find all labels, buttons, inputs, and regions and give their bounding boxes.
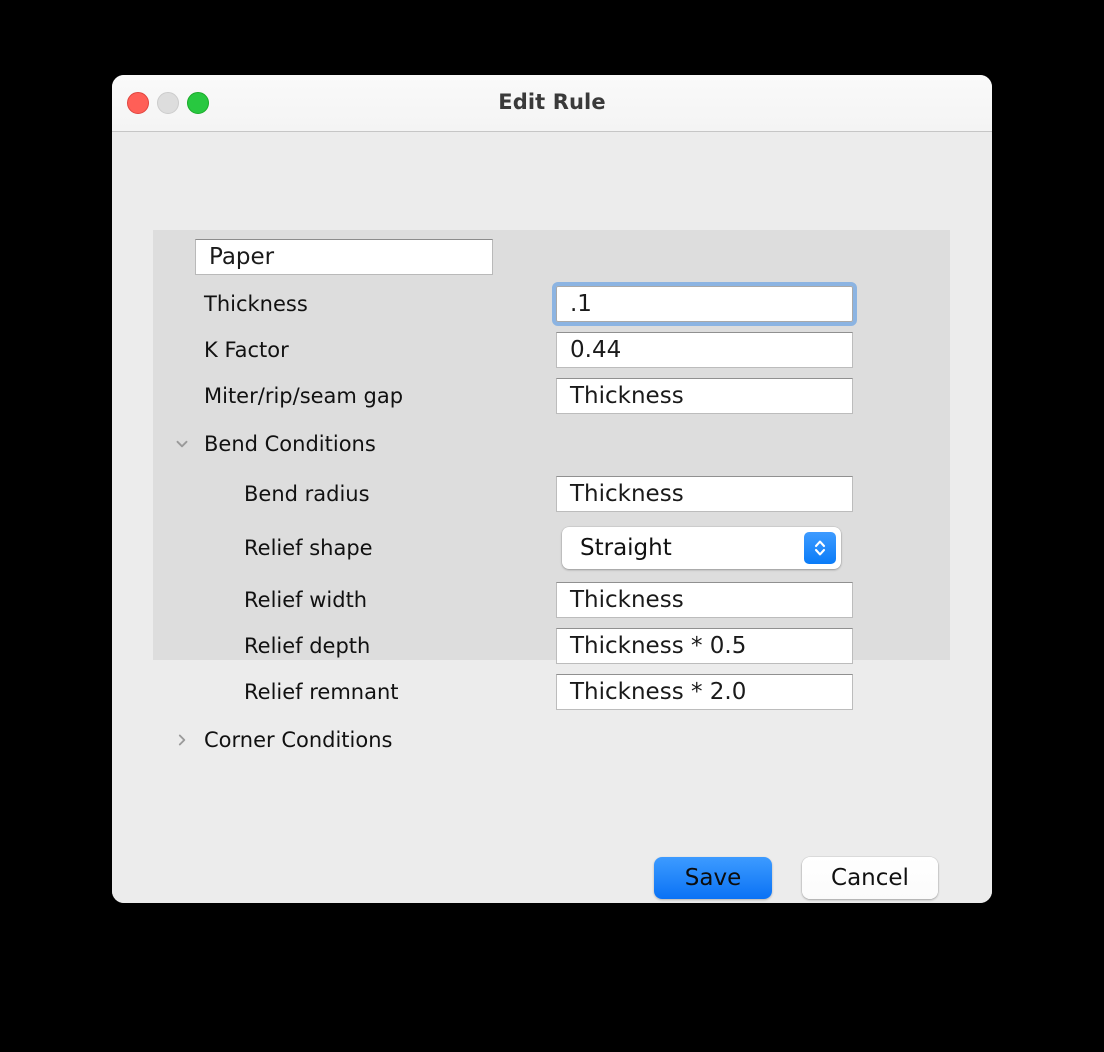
label-k-factor: K Factor	[204, 338, 289, 362]
bend-radius-input[interactable]: Thickness	[556, 476, 853, 512]
label-corner-conditions: Corner Conditions	[204, 728, 393, 752]
cancel-button[interactable]: Cancel	[802, 857, 938, 899]
row-relief-shape: Relief shape Straight	[153, 527, 950, 569]
chevron-up-down-icon[interactable]	[804, 532, 836, 564]
window-body: Paper Thickness .1 K Factor 0.44 Miter/r…	[112, 132, 992, 903]
rule-name-input[interactable]: Paper	[195, 239, 493, 275]
row-relief-remnant: Relief remnant Thickness * 2.0	[153, 673, 950, 711]
edit-rule-window: Edit Rule Paper Thickness .1 K Factor 0.…	[112, 75, 992, 903]
relief-remnant-input[interactable]: Thickness * 2.0	[556, 674, 853, 710]
relief-shape-value: Straight	[580, 535, 672, 561]
miter-rip-seam-gap-input[interactable]: Thickness	[556, 378, 853, 414]
k-factor-input[interactable]: 0.44	[556, 332, 853, 368]
relief-shape-select[interactable]: Straight	[562, 527, 841, 569]
section-corner-conditions[interactable]: Corner Conditions	[153, 721, 950, 759]
label-bend-conditions: Bend Conditions	[204, 432, 376, 456]
page-title: Edit Rule	[498, 90, 606, 114]
rule-settings-panel: Paper Thickness .1 K Factor 0.44 Miter/r…	[153, 230, 950, 752]
thickness-input[interactable]: .1	[552, 282, 857, 326]
label-relief-remnant: Relief remnant	[244, 680, 399, 704]
chevron-down-icon[interactable]	[173, 435, 191, 453]
save-button[interactable]: Save	[654, 857, 772, 899]
row-relief-depth: Relief depth Thickness * 0.5	[153, 627, 950, 665]
relief-width-input[interactable]: Thickness	[556, 582, 853, 618]
label-relief-depth: Relief depth	[244, 634, 371, 658]
row-thickness: Thickness .1	[153, 282, 950, 326]
label-relief-width: Relief width	[244, 588, 368, 612]
label-relief-shape: Relief shape	[244, 536, 373, 560]
label-miter-rip-seam-gap: Miter/rip/seam gap	[204, 384, 404, 408]
section-bend-conditions[interactable]: Bend Conditions	[153, 425, 950, 463]
row-miter-rip-seam-gap: Miter/rip/seam gap Thickness	[153, 377, 950, 415]
relief-depth-input[interactable]: Thickness * 0.5	[556, 628, 853, 664]
row-relief-width: Relief width Thickness	[153, 581, 950, 619]
label-thickness: Thickness	[204, 292, 308, 316]
label-bend-radius: Bend radius	[244, 482, 370, 506]
chevron-right-icon[interactable]	[173, 731, 191, 749]
row-bend-radius: Bend radius Thickness	[153, 475, 950, 513]
row-k-factor: K Factor 0.44	[153, 331, 950, 369]
window-titlebar: Edit Rule	[112, 75, 992, 132]
